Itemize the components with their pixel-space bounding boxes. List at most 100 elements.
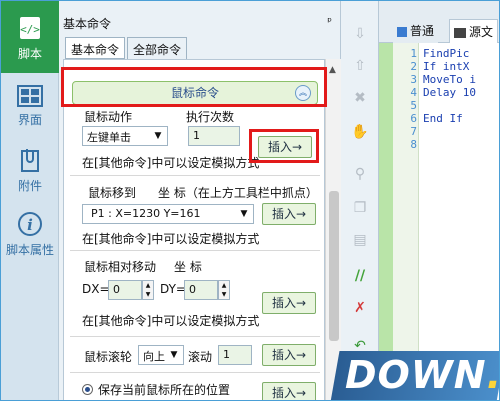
search-icon[interactable]: ⚲	[351, 165, 369, 183]
highlight-box	[249, 129, 319, 163]
wheel-label: 鼠标滚轮	[84, 350, 133, 364]
save-position-radio[interactable]	[82, 384, 93, 395]
nav-label: 界面	[17, 113, 42, 127]
clip-icon	[21, 149, 39, 172]
dx-label: DX=	[82, 282, 110, 296]
divider	[70, 372, 320, 373]
nav-item-ui[interactable]: 界面	[1, 85, 59, 128]
nav-label: 脚本属性	[5, 243, 54, 257]
insert-button[interactable]: 插入→	[262, 344, 316, 366]
panel-title: 基本命令	[63, 17, 112, 31]
delete-icon[interactable]: ✖	[351, 89, 369, 107]
chevron-down-icon[interactable]: ▼	[151, 129, 165, 143]
line-number: 4	[410, 86, 417, 99]
app-window: </> 脚本 界面 附件 i 脚本属性 基本命令 ᵖ 基本命令 全部命令 鼠标命…	[0, 0, 500, 401]
code-line[interactable]: FindPic	[423, 47, 469, 60]
line-gutter: 1 2 3 4 5 6 7 8	[393, 43, 419, 400]
wheel-direction-select[interactable]: 向上 ▼	[138, 345, 184, 365]
code-icon: </>	[20, 17, 40, 39]
margin-strip	[379, 43, 393, 400]
line-number: 3	[410, 73, 417, 86]
scroll-thumb[interactable]	[329, 191, 339, 341]
insert-button[interactable]: 插入→	[262, 203, 316, 225]
grid-icon	[17, 85, 43, 107]
line-number: 2	[410, 60, 417, 73]
hint-text: 在[其他命令]中可以设定模拟方式	[82, 156, 260, 170]
watermark-suffix: .cc	[487, 353, 499, 397]
dx-input[interactable]: 0	[108, 280, 142, 300]
coord-label: 坐 标	[174, 260, 202, 274]
exec-count-label: 执行次数	[186, 110, 235, 124]
nav-label: 附件	[17, 179, 42, 193]
tab-basic-commands[interactable]: 基本命令	[65, 37, 126, 59]
scroll-up-icon[interactable]: ▲	[329, 65, 336, 75]
code-line[interactable]: Delay 10	[423, 86, 476, 99]
code-line[interactable]: MoveTo i	[423, 73, 476, 86]
pin-icon[interactable]: ᵖ	[327, 15, 332, 28]
dx-stepper[interactable]: ▲ ▼	[142, 280, 154, 300]
dy-label: DY=	[160, 282, 186, 296]
line-number: 5	[410, 99, 417, 112]
select-value: 向上	[143, 350, 165, 363]
dy-input[interactable]: 0	[184, 280, 218, 300]
coord-label: 坐 标（在上方工具栏中抓点）	[158, 186, 318, 200]
insert-button[interactable]: 插入→	[262, 292, 316, 314]
left-nav: </> 脚本 界面 附件 i 脚本属性	[1, 1, 59, 400]
tab-source[interactable]: 源文	[449, 19, 499, 43]
uncomment-icon[interactable]: ✗	[351, 299, 369, 317]
tab-label: 普通	[410, 24, 435, 38]
info-icon: i	[18, 212, 42, 236]
code-line[interactable]: If intX	[423, 60, 469, 73]
chevron-down-icon[interactable]: ▼	[167, 348, 181, 362]
dy-stepper[interactable]: ▲ ▼	[218, 280, 230, 300]
line-number: 7	[410, 125, 417, 138]
relative-move-label: 鼠标相对移动	[84, 260, 157, 274]
copy-icon[interactable]: ❐	[351, 199, 369, 217]
tab-normal[interactable]: 普通	[393, 19, 439, 43]
editor-toolbar: ⇩ ⇧ ✖ ✋ ⚲ ❐ ▤ // ✗ ↶	[341, 1, 379, 400]
highlight-box	[61, 67, 327, 107]
line-number: 6	[410, 112, 417, 125]
watermark-logo: DOWN.cc	[345, 353, 499, 397]
select-value: 左键单击	[87, 131, 131, 144]
arrow-up-icon[interactable]: ⇧	[351, 57, 369, 75]
save-position-label: 保存当前鼠标所在的位置	[98, 383, 231, 397]
mouse-action-label: 鼠标动作	[84, 110, 133, 124]
insert-button[interactable]: 插入→	[262, 382, 316, 400]
tab-label: 源文	[469, 25, 494, 39]
svg-text:i: i	[27, 216, 33, 234]
watermark-main: DOWN	[345, 353, 487, 397]
divider	[70, 175, 320, 176]
scroll-label: 滚动	[188, 350, 213, 364]
hand-icon[interactable]: ✋	[351, 123, 369, 141]
select-value: P1 : X=1230 Y=161	[91, 207, 201, 220]
mouse-action-select[interactable]: 左键单击 ▼	[82, 126, 168, 146]
move-to-label: 鼠标移到	[88, 186, 137, 200]
nav-item-attachment[interactable]: 附件	[1, 147, 59, 194]
hint-text: 在[其他命令]中可以设定模拟方式	[82, 314, 260, 328]
chevron-down-icon[interactable]: ▼	[237, 207, 251, 221]
svg-text:</>: </>	[20, 23, 40, 36]
divider	[70, 250, 320, 251]
nav-label: 脚本	[17, 47, 42, 61]
command-panel: 基本命令 ᵖ 基本命令 全部命令 鼠标命令 ︽ 鼠标动作 执行次数 左键单击 ▼…	[59, 1, 341, 400]
hint-text: 在[其他命令]中可以设定模拟方式	[82, 232, 260, 246]
arrow-down-icon[interactable]: ⇩	[351, 25, 369, 43]
divider	[70, 336, 320, 337]
nav-item-script[interactable]: </> 脚本	[1, 1, 59, 73]
comment-icon[interactable]: //	[351, 267, 369, 285]
exec-count-input[interactable]: 1	[188, 126, 240, 146]
paste-icon[interactable]: ▤	[351, 231, 369, 249]
nav-item-properties[interactable]: i 脚本属性	[1, 211, 59, 258]
code-editor: 普通 源文 1 2 3 4 5 6 7 8 FindPic If intX Mo…	[379, 1, 499, 400]
source-icon	[454, 27, 466, 38]
tab-all-commands[interactable]: 全部命令	[127, 37, 188, 59]
line-number: 1	[410, 47, 417, 60]
panel-scrollbar[interactable]: ▲	[325, 59, 341, 400]
monitor-icon	[397, 26, 407, 37]
editor-tabs: 普通 源文	[379, 1, 499, 43]
command-content: 鼠标命令 ︽ 鼠标动作 执行次数 左键单击 ▼ 1 插入→ 在[其他命令]中可以…	[63, 59, 325, 400]
code-line[interactable]: End If	[423, 112, 463, 125]
point-select[interactable]: P1 : X=1230 Y=161 ▼	[82, 204, 254, 224]
scroll-input[interactable]: 1	[218, 345, 252, 365]
